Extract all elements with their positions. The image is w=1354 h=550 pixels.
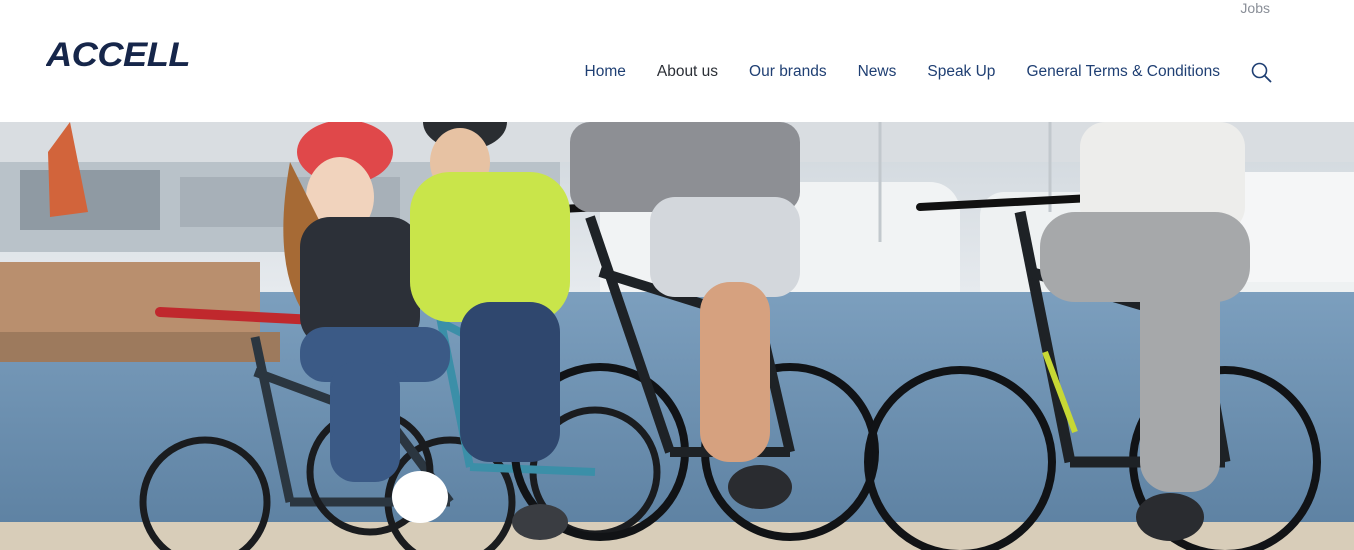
jobs-link[interactable]: Jobs [1240,0,1270,16]
nav-general-terms[interactable]: General Terms & Conditions [1026,61,1220,83]
accell-logo[interactable]: ACCELL [46,37,192,71]
hero-banner [0,122,1354,550]
nav-news[interactable]: News [858,61,897,83]
search-button[interactable] [1250,61,1272,83]
nav-home[interactable]: Home [585,61,626,83]
search-icon [1251,62,1271,82]
main-nav: Home About us Our brands News Speak Up G… [585,61,1273,83]
hero-photo [0,122,1354,550]
accell-logo-mark: ACCELL [46,37,191,71]
nav-about-us[interactable]: About us [657,61,718,83]
nav-speak-up[interactable]: Speak Up [927,61,995,83]
site-header: Jobs ACCELL Home About us Our brands New… [0,0,1354,122]
svg-text:ACCELL: ACCELL [46,37,190,71]
nav-our-brands[interactable]: Our brands [749,61,827,83]
